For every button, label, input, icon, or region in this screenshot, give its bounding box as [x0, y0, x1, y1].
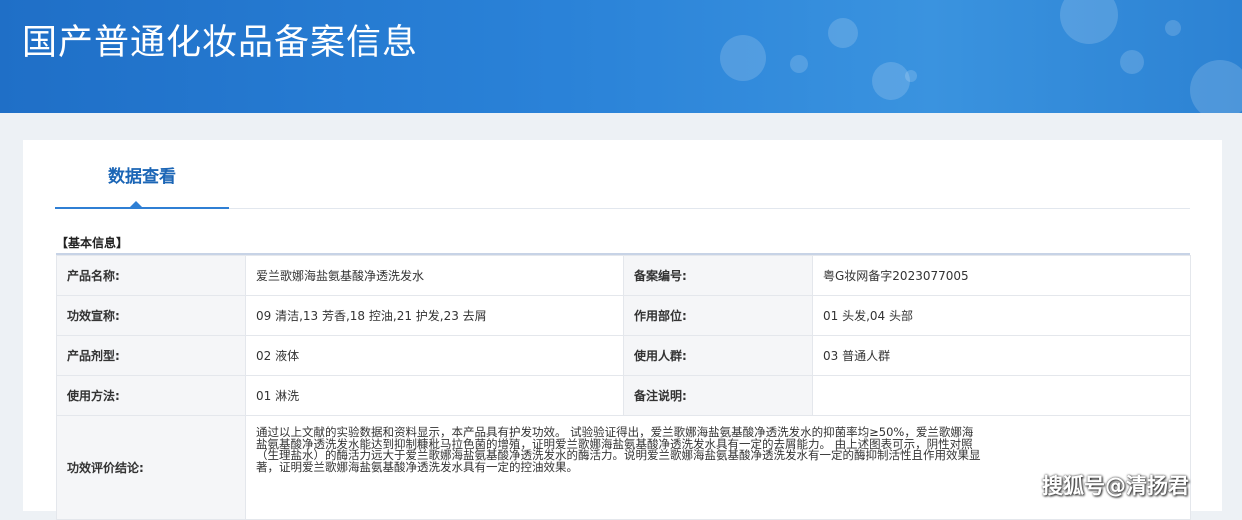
basic-info-table: 产品名称: 爱兰歌娜海盐氨基酸净透洗发水 备案编号: 粤G妆网备字2023077… — [56, 255, 1191, 520]
field-value-efficacy-claims: 09 清洁,13 芳香,18 控油,21 护发,23 去屑 — [245, 295, 624, 336]
field-label-efficacy-claims: 功效宣称: — [56, 295, 246, 336]
watermark-text: 搜狐号@清扬君 — [1042, 474, 1189, 498]
field-label-dosage-form: 产品剂型: — [56, 335, 246, 376]
tab-caret-icon — [129, 201, 143, 208]
banner-bubble-decoration — [1165, 20, 1181, 36]
field-value-record-number: 粤G妆网备字2023077005 — [812, 255, 1191, 296]
page-title: 国产普通化妆品备案信息 — [22, 23, 419, 63]
content-card: 数据查看 【基本信息】 产品名称: 爱兰歌娜海盐氨基酸净透洗发水 备案编号: 粤… — [23, 140, 1222, 520]
table-row: 使用方法: 01 淋洗 备注说明: — [56, 375, 1191, 416]
tab-divider — [229, 208, 1190, 209]
banner-bubble-decoration — [1120, 50, 1144, 74]
table-row: 产品名称: 爱兰歌娜海盐氨基酸净透洗发水 备案编号: 粤G妆网备字2023077… — [56, 255, 1191, 296]
tab-data-view[interactable]: 数据查看 — [55, 140, 229, 209]
banner-bubble-decoration — [1190, 60, 1242, 113]
banner-bubble-decoration — [828, 18, 858, 48]
field-value-evaluation-conclusion: 通过以上文献的实验数据和资料显示，本产品具有护发功效。 试验验证得出，爱兰歌娜海… — [245, 415, 1191, 520]
banner-bubble-decoration — [720, 35, 766, 81]
banner-bubble-decoration — [1060, 0, 1118, 44]
banner-bubble-decoration — [872, 62, 910, 100]
field-label-application-area: 作用部位: — [623, 295, 813, 336]
field-label-usage-method: 使用方法: — [56, 375, 246, 416]
banner-bubble-decoration — [905, 70, 917, 82]
section-title: 【基本信息】 — [56, 236, 129, 250]
field-label-evaluation-conclusion: 功效评价结论: — [56, 415, 246, 520]
field-label-remarks: 备注说明: — [623, 375, 813, 416]
header-banner: 国产普通化妆品备案信息 — [0, 0, 1242, 113]
field-value-remarks — [812, 375, 1191, 416]
table-row: 产品剂型: 02 液体 使用人群: 03 普通人群 — [56, 335, 1191, 376]
field-value-dosage-form: 02 液体 — [245, 335, 624, 376]
field-label-target-users: 使用人群: — [623, 335, 813, 376]
field-value-application-area: 01 头发,04 头部 — [812, 295, 1191, 336]
field-label-product-name: 产品名称: — [56, 255, 246, 296]
field-value-target-users: 03 普通人群 — [812, 335, 1191, 376]
table-row: 功效宣称: 09 清洁,13 芳香,18 控油,21 护发,23 去屑 作用部位… — [56, 295, 1191, 336]
field-value-usage-method: 01 淋洗 — [245, 375, 624, 416]
field-value-product-name: 爱兰歌娜海盐氨基酸净透洗发水 — [245, 255, 624, 296]
banner-bubble-decoration — [790, 55, 808, 73]
evaluation-text: 通过以上文献的实验数据和资料显示，本产品具有护发功效。 试验验证得出，爱兰歌娜海… — [256, 425, 981, 474]
field-label-record-number: 备案编号: — [623, 255, 813, 296]
table-row: 功效评价结论: 通过以上文献的实验数据和资料显示，本产品具有护发功效。 试验验证… — [56, 415, 1191, 520]
